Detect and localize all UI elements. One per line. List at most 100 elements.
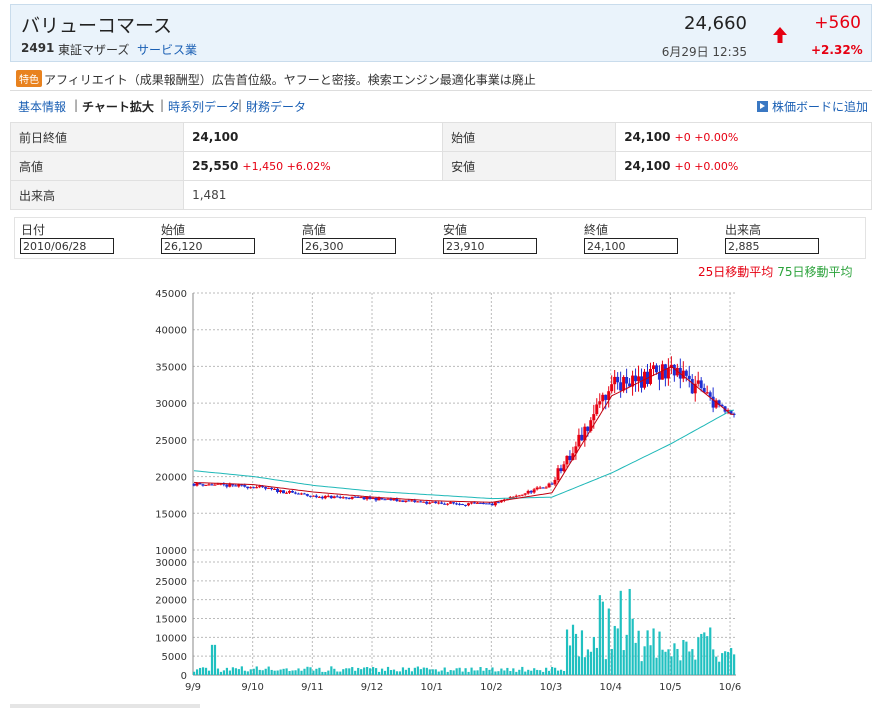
candle-body — [461, 504, 465, 506]
candle-body — [446, 503, 450, 505]
sector-link[interactable]: サービス業 — [137, 41, 197, 58]
volume-bar — [580, 630, 584, 675]
stock-chart[interactable]: 10000 15000 20000 25000 30000 35000 40000 45000… — [0, 280, 879, 700]
add-to-board-link[interactable]: 株価ボードに追加 — [756, 98, 868, 115]
tab-basic-info[interactable]: 基本情報 — [18, 98, 66, 115]
price-info-table: 前日終値 24,100 始値 24,100 +0 +0.00% 高値 25,550… — [9, 122, 872, 210]
candle-body — [383, 499, 387, 501]
candle-body — [559, 468, 563, 472]
candle-body — [422, 501, 426, 503]
candle-body — [279, 490, 283, 492]
volume-bar — [377, 671, 381, 675]
candle-body — [398, 500, 402, 502]
current-price: 24,660 — [684, 13, 747, 34]
company-name: バリューコマース — [21, 15, 173, 37]
volume-bar — [261, 670, 264, 675]
ohlc-open-field[interactable]: 26,120 — [161, 238, 255, 254]
volume-bar — [419, 669, 422, 675]
volume-bar — [267, 666, 270, 675]
tab-financial-data[interactable]: 財務データ — [246, 98, 306, 115]
volume-bar — [374, 668, 378, 675]
candle-body — [237, 484, 241, 487]
ohlc-high-label: 高値 — [302, 223, 327, 237]
footer-divider — [10, 704, 200, 708]
volume-bar — [243, 670, 246, 675]
prev-close-label: 前日終値 — [9, 122, 185, 152]
candle-body — [487, 503, 491, 505]
prev-close-value: 24,100 — [183, 122, 444, 152]
tab-time-series[interactable]: 時系列データ — [168, 98, 240, 115]
ohlc-date-field[interactable]: 2010/06/28 — [20, 238, 114, 254]
candle-body — [335, 496, 339, 498]
volume-bar — [467, 671, 470, 675]
volume-bar — [240, 666, 243, 675]
volume-bar — [628, 588, 631, 675]
x-tick-label: 10/3 — [540, 682, 562, 693]
candle-body — [687, 375, 691, 379]
volume-bar — [673, 643, 676, 675]
x-tick-label: 10/4 — [599, 682, 621, 693]
volume-bar — [351, 667, 354, 675]
volume-bar — [282, 668, 285, 675]
candle-body — [616, 376, 620, 383]
candle-body — [311, 495, 315, 497]
chart-legend: 25日移動平均 75日移動平均 — [698, 263, 853, 280]
volume-bar — [655, 657, 658, 675]
volume-bar — [685, 641, 688, 675]
candle-body — [604, 394, 608, 400]
volume-bar — [709, 627, 712, 675]
candle-body — [535, 487, 539, 490]
candle-body — [663, 364, 667, 379]
volume-bar — [577, 656, 581, 675]
volume-bar — [500, 668, 503, 675]
candle-body — [580, 434, 584, 441]
ohlc-high-field[interactable]: 26,300 — [302, 238, 396, 254]
ohlc-close-field[interactable]: 24,100 — [584, 238, 678, 254]
volume-bar — [476, 670, 479, 675]
price-tick-label: 10000 — [155, 546, 187, 557]
candle-body — [419, 501, 423, 503]
volume-bar — [530, 670, 533, 675]
volume-bar — [595, 647, 598, 675]
volume-bar — [431, 669, 434, 675]
candle-body — [452, 502, 456, 504]
candle-body — [264, 487, 268, 489]
candle-body — [395, 498, 399, 502]
volume-bar — [724, 651, 727, 675]
volume-bar — [607, 608, 610, 675]
volume-bar — [354, 670, 357, 675]
candle-body — [326, 495, 330, 497]
volume-bar — [461, 671, 464, 675]
ohlc-volume-field[interactable]: 2,885 — [725, 238, 819, 254]
volume-bar — [288, 671, 291, 675]
volume-bar — [216, 668, 220, 675]
candle-body — [323, 495, 327, 499]
tab-chart-enlarge[interactable]: チャート拡大 — [82, 98, 154, 115]
candle-body — [243, 485, 247, 487]
volume-bar — [273, 670, 276, 675]
ohlc-low-field[interactable]: 23,910 — [443, 238, 537, 254]
volume-bar — [392, 669, 396, 675]
candle-body — [192, 483, 196, 486]
open-value: 24,100 +0 +0.00% — [615, 122, 872, 152]
candle-body — [407, 500, 411, 502]
low-label: 安値 — [442, 151, 617, 181]
candle-body — [577, 434, 581, 447]
volume-tick-label: 30000 — [155, 558, 187, 569]
candle-body — [568, 455, 572, 461]
candle-body — [526, 490, 530, 494]
candle-body — [392, 498, 396, 501]
volume-bar — [700, 633, 703, 675]
candle-body — [282, 490, 286, 494]
price-change: +560 — [814, 13, 861, 33]
volume-bar — [548, 670, 551, 675]
volume-bar — [193, 671, 196, 675]
volume-bar — [437, 671, 440, 675]
volume-bar — [455, 668, 458, 675]
volume-bar — [294, 670, 297, 675]
candle-body — [496, 502, 500, 504]
add-board-icon — [756, 101, 768, 112]
tab-separator: | — [238, 98, 243, 112]
candle-body — [410, 500, 414, 502]
volume-bar — [667, 649, 670, 675]
